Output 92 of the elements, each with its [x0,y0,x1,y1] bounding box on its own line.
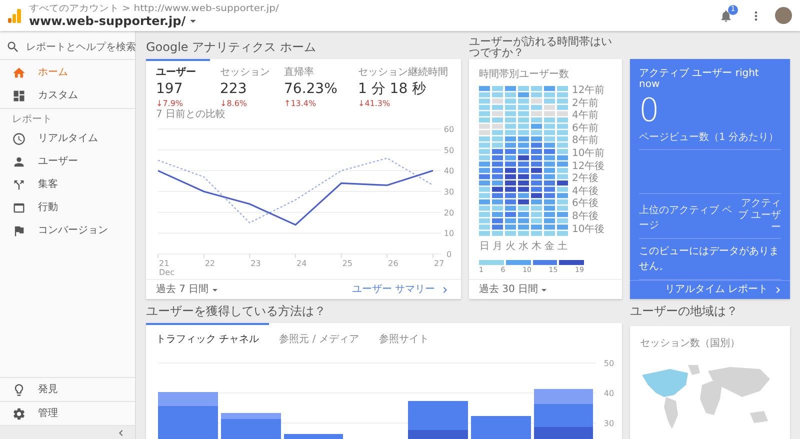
column-header: 上位のアクティブ ページ [639,204,734,233]
axis-label: 27 [434,259,444,268]
axis-label: 火 [505,240,516,254]
metric-tab[interactable]: ユーザー 197 ↓7.9% [146,59,210,109]
axis-label: 0 [446,250,452,259]
column-header: アクティブ ユーザー [736,198,781,234]
axis-label: 60 [444,125,454,134]
axis-label: 8午前 [572,136,600,148]
axis-label: 6午後 [572,199,600,211]
axis-label: 土 [557,240,568,254]
axis-label: 12午後 [572,162,605,173]
metric-tab[interactable]: 直帰率 76.23% ↑13.4% [274,59,348,109]
axis-label: 6午前 [572,124,600,135]
sidebar-item[interactable]: ユーザー [0,150,135,173]
section-title: ユーザーが訪れる時間帯はいつですか？ [469,36,613,58]
person-icon [12,154,26,168]
axis-label: 月 [492,240,503,254]
card-title: アクティブ ユーザー right now [638,66,760,90]
axis-label: 30 [604,419,614,428]
card-subtitle: ページビュー数（1 分あたり） [639,130,781,150]
section-title: ユーザーを獲得している方法は？ [146,303,326,320]
search-button[interactable]: レポートとヘルプを検索 [0,35,135,60]
axis-label: 金 [544,240,555,254]
empty-message: このビューにはデータがありません。 [639,238,781,280]
section-title: Google アナリティクス ホーム [146,39,316,56]
date-range-dropdown[interactable]: 過去 30 日間 [479,282,550,297]
bar [408,401,468,439]
sidebar-item[interactable]: 管理 [0,402,135,425]
bell-icon[interactable] [719,8,733,22]
section-label: レポート [11,113,53,127]
metric-tab[interactable]: セッション 223 ↓8.6% [210,59,274,109]
axis-label: 40 [444,166,454,176]
axis-label: 12午前 [572,86,605,98]
sidebar-item[interactable]: リアルタイム [0,127,135,150]
avatar[interactable] [775,7,792,24]
clock-icon [12,132,26,146]
card-subtitle: セッション数（国別） [639,337,741,351]
flag-icon [12,224,26,238]
bar [471,416,531,439]
axis-label: 日 [479,240,490,254]
axis-label: 21 [159,259,170,268]
axis-label: 22 [204,259,216,268]
property-selector[interactable]: www.web-supporter.jp/ [29,14,279,28]
axis-label: 50 [604,359,614,368]
report-link[interactable]: リアルタイム レポート [664,282,784,298]
report-link[interactable]: ユーザー サマリー [352,282,451,297]
axis-label: 20 [444,208,454,218]
axis-label: 40 [604,389,614,398]
card-subtitle: 時間帯別ユーザー数 [478,68,570,82]
axis-label: 50 [444,146,454,155]
sidebar-item[interactable]: カスタム [0,84,135,107]
axis-label: 10午前 [572,148,605,161]
axis-label: 10 [444,229,454,238]
axis-label: 2午前 [572,98,600,110]
grid-icon [12,88,26,102]
axis-label: 23 [250,259,261,268]
tab[interactable]: 参照サイト [368,323,439,355]
sidebar-item[interactable]: 集客 [0,173,135,196]
branch-icon [12,178,26,192]
axis-label: 30 [444,188,454,196]
sidebar-item[interactable]: 行動 [0,196,135,219]
axis-label: 10午後 [572,224,605,237]
axis-label: 26 [388,259,398,268]
tab[interactable]: トラフィック チャネル [146,323,270,355]
axis-label: 2午後 [572,174,600,186]
axis-label: 4午後 [572,186,600,198]
settings-icon [12,406,26,420]
window-icon [12,200,26,214]
axis-label: Dec [159,268,174,277]
date-range-dropdown[interactable]: 過去 7 日間 [156,282,221,297]
axis-label: 8午後 [572,212,600,224]
bar [534,389,593,439]
axis-label: 木 [531,240,542,254]
axis-label: 24 [296,259,307,268]
home-icon [12,66,26,80]
bar [284,434,343,439]
bar [158,392,218,439]
metric-tab[interactable]: セッション継続時間 1 分 18 秒 ↓41.3% [348,59,459,109]
axis-label: 4午前 [572,111,600,123]
tab[interactable]: 参照元 / メディア [269,323,369,355]
search-icon [6,40,20,54]
comparison-note: 7 日前との比較 [155,109,226,121]
active-users-count: 0 [638,90,660,130]
axis-label: 25 [342,259,353,268]
lightbulb-icon [12,382,26,396]
bar [221,413,281,439]
sidebar-item[interactable]: コンバージョン [0,219,135,242]
breadcrumb[interactable]: すべてのアカウント > http://www.web-supporter.jp/ [29,4,279,13]
logo-icon [8,8,21,22]
sidebar-item[interactable]: 発見 [0,378,135,401]
axis-label: 水 [518,240,529,254]
section-title: ユーザーの地域は？ [630,303,738,320]
